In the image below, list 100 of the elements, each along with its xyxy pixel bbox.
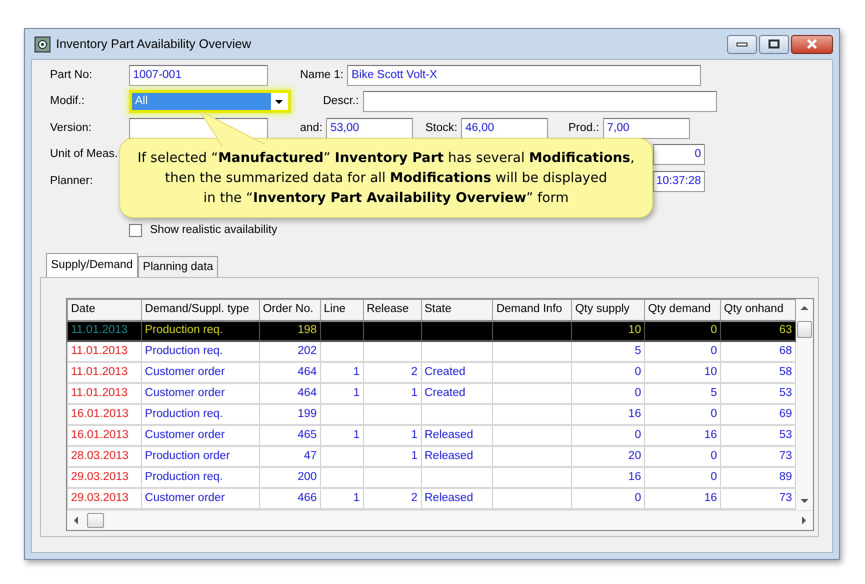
table-cell: 0 xyxy=(644,466,721,488)
scroll-left-icon[interactable] xyxy=(73,516,79,525)
table-cell: 1 xyxy=(320,362,364,384)
maximize-button[interactable] xyxy=(759,34,789,54)
minimize-button[interactable] xyxy=(727,34,757,54)
input-field[interactable]: 7,00 xyxy=(603,118,690,139)
table-cell: Created xyxy=(421,383,493,404)
input-field[interactable]: 53,00 xyxy=(326,118,414,139)
input-field[interactable] xyxy=(362,91,717,112)
field-label: Descr.: xyxy=(323,94,359,110)
column-header[interactable]: Demand/Suppl. type xyxy=(141,299,260,321)
table-cell xyxy=(320,466,364,488)
scroll-down-icon[interactable] xyxy=(800,498,809,504)
close-button[interactable] xyxy=(791,34,833,54)
table-cell: 464 xyxy=(259,362,320,384)
column-header[interactable]: Qty supply xyxy=(572,299,645,321)
tab[interactable]: Supply/Demand xyxy=(46,252,138,277)
column-header[interactable]: Line xyxy=(320,299,364,321)
table-cell: Production req. xyxy=(141,404,260,426)
table-cell xyxy=(320,404,364,426)
field-label: Stock: xyxy=(425,120,458,136)
table-cell: Released xyxy=(421,425,493,446)
field-label: Unit of Meas. xyxy=(49,147,119,162)
table-cell: Released xyxy=(421,446,493,467)
column-header[interactable]: Demand Info xyxy=(492,299,572,321)
table-cell xyxy=(320,341,364,362)
table-cell xyxy=(421,341,493,362)
table-cell: 1 xyxy=(363,383,421,404)
close-icon xyxy=(806,39,818,49)
input-field[interactable]: 1007-001 xyxy=(129,64,268,86)
table-cell xyxy=(363,341,421,362)
column-header[interactable]: State xyxy=(421,299,493,321)
vertical-scrollbar[interactable] xyxy=(796,298,813,510)
table-cell xyxy=(320,446,364,467)
table-cell: Production req. xyxy=(141,341,260,362)
field-label: and: xyxy=(300,120,322,136)
table-cell: 0 xyxy=(572,362,645,384)
table-cell: 20 xyxy=(572,446,645,467)
column-header[interactable]: Order No. xyxy=(259,299,320,321)
table-cell: 2 xyxy=(363,362,421,384)
column-header[interactable]: Date xyxy=(68,299,142,321)
table-cell: 16 xyxy=(572,404,645,426)
table-cell: 202 xyxy=(259,341,320,362)
minimize-icon xyxy=(736,41,748,47)
field-label: Planner: xyxy=(49,174,94,189)
table-cell: Customer order xyxy=(141,362,260,384)
table-cell: Customer order xyxy=(141,383,260,404)
field-label: Version: xyxy=(49,120,93,136)
table-cell: 16.01.2013 xyxy=(68,404,142,426)
table-cell xyxy=(421,466,493,488)
table-cell: 16 xyxy=(572,466,645,488)
table-cell: 11.01.2013 xyxy=(68,362,142,384)
table-cell: 16.01.2013 xyxy=(68,425,142,446)
table-cell: 1 xyxy=(363,425,421,446)
checkbox[interactable] xyxy=(129,224,142,237)
scroll-thumb[interactable] xyxy=(797,320,812,338)
column-header[interactable]: Qty onhand xyxy=(720,299,796,321)
table-cell: 200 xyxy=(259,466,320,488)
table-cell: 199 xyxy=(259,404,320,426)
tab[interactable]: Planning data xyxy=(138,256,218,277)
table-cell xyxy=(363,466,421,488)
table-cell: 11.01.2013 xyxy=(68,320,142,342)
field-label: Part No: xyxy=(49,68,94,83)
input-field[interactable]: Bike Scott Volt-X xyxy=(347,64,702,86)
input-field[interactable]: 46,00 xyxy=(461,118,548,139)
table-cell xyxy=(421,404,493,426)
table-cell: 1 xyxy=(320,425,364,446)
table-cell: 47 xyxy=(259,446,320,467)
table-cell: 0 xyxy=(572,383,645,404)
scroll-up-icon[interactable] xyxy=(800,304,809,311)
table-cell: 465 xyxy=(259,425,320,446)
table-cell: 0 xyxy=(644,341,721,362)
app-icon xyxy=(34,36,51,52)
scroll-thumb[interactable] xyxy=(87,512,104,528)
table-cell: 0 xyxy=(644,446,721,467)
table-cell: Production req. xyxy=(141,320,260,342)
table-cell: 5 xyxy=(572,341,645,362)
table-cell xyxy=(363,404,421,426)
checkbox-label: Show realistic availability xyxy=(150,222,278,238)
table-cell: 0 xyxy=(644,404,721,426)
scroll-right-icon[interactable] xyxy=(801,516,807,525)
field-label: Name 1: xyxy=(300,68,344,83)
horizontal-scrollbar[interactable] xyxy=(67,510,813,530)
table-cell: Production req. xyxy=(141,466,260,488)
table-cell: 29.03.2013 xyxy=(68,466,142,488)
table-cell: Customer order xyxy=(141,425,260,446)
maximize-icon xyxy=(768,39,780,49)
field-label: Modif.: xyxy=(49,94,86,110)
column-header[interactable]: Release xyxy=(363,299,421,321)
table-cell: 10 xyxy=(644,362,721,384)
table-cell: 1 xyxy=(320,383,364,404)
window-title: Inventory Part Availability Overview xyxy=(56,36,251,53)
column-header[interactable]: Qty demand xyxy=(644,299,721,321)
field-label: Prod.: xyxy=(568,120,600,136)
input-field[interactable]: 0 xyxy=(653,144,705,166)
table-cell: 28.03.2013 xyxy=(68,446,142,467)
table-cell: 11.01.2013 xyxy=(68,341,142,362)
input-field[interactable]: 10:37:28 xyxy=(653,170,705,192)
table-cell: 464 xyxy=(259,383,320,404)
table-cell: 11.01.2013 xyxy=(68,383,142,404)
